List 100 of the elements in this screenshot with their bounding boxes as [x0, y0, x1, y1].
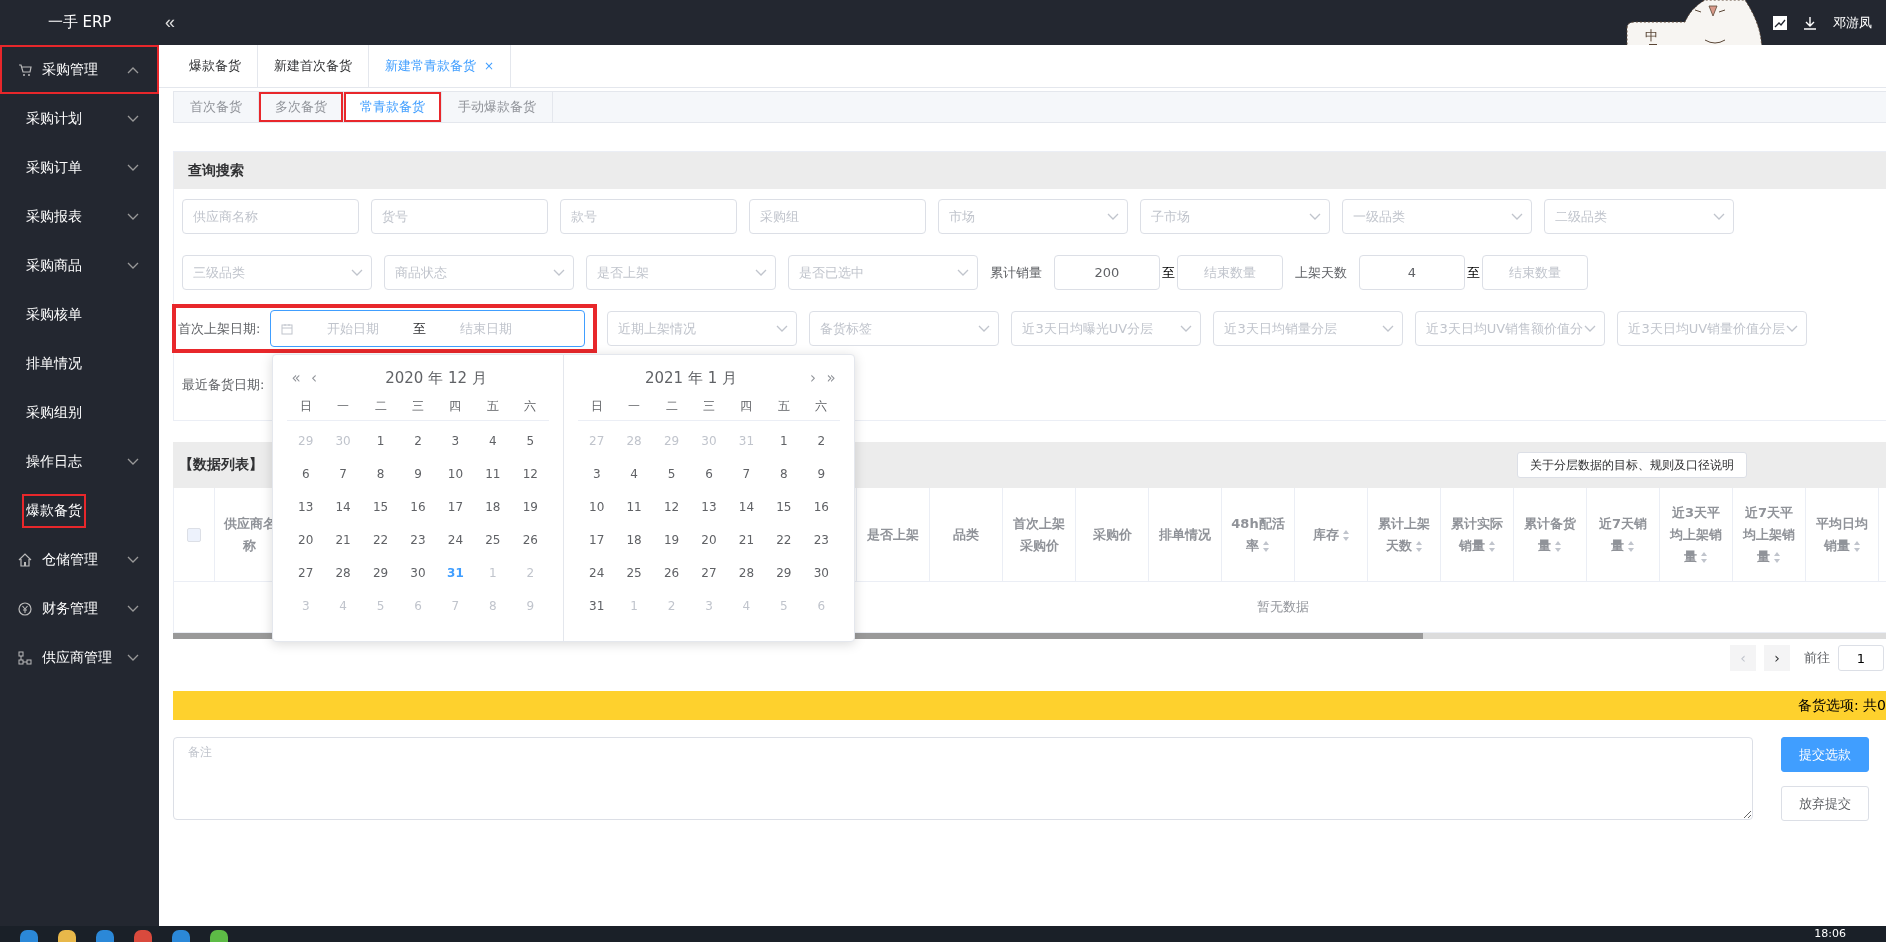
calendar-day[interactable]: 24: [436, 524, 475, 557]
calendar-day[interactable]: 11: [615, 491, 653, 524]
calendar-day[interactable]: 1: [765, 425, 803, 458]
month-nav-button[interactable]: «: [287, 369, 305, 387]
sidebar-item[interactable]: 采购商品: [0, 241, 159, 290]
app-icon[interactable]: [172, 930, 190, 942]
calendar-day[interactable]: 7: [324, 458, 362, 491]
calendar-day[interactable]: 23: [802, 524, 840, 557]
sidebar-item[interactable]: 财务管理: [0, 584, 159, 633]
column-header[interactable]: 近7天平均上架销量: [1733, 488, 1806, 581]
column-header[interactable]: 累计备货量: [1514, 488, 1587, 581]
column-header[interactable]: 是否上架: [857, 488, 930, 581]
calendar-day[interactable]: 13: [690, 491, 728, 524]
sort-icon[interactable]: [1627, 539, 1635, 553]
calendar-day[interactable]: 19: [511, 491, 549, 524]
sidebar-item[interactable]: 排单情况: [0, 339, 159, 388]
calendar-day[interactable]: 16: [802, 491, 840, 524]
month-nav-button[interactable]: ›: [804, 369, 822, 387]
app-icon[interactable]: [96, 930, 114, 942]
sidebar-item[interactable]: 采购管理: [0, 45, 159, 94]
calendar-day[interactable]: 25: [474, 524, 512, 557]
remark-field[interactable]: 备注: [173, 737, 1753, 820]
month-nav-button[interactable]: »: [822, 369, 840, 387]
calendar-day[interactable]: 10: [578, 491, 616, 524]
calendar-day[interactable]: 20: [690, 524, 728, 557]
number-input[interactable]: 结束数量: [1177, 255, 1283, 290]
app-icon[interactable]: [134, 930, 152, 942]
calendar-day[interactable]: 5: [511, 425, 549, 458]
sort-icon[interactable]: [1700, 550, 1708, 564]
calendar-day[interactable]: 26: [652, 557, 691, 590]
calendar-day[interactable]: 4: [615, 458, 653, 491]
column-header[interactable]: 累计实际销量: [1441, 488, 1514, 581]
sort-icon[interactable]: [1262, 539, 1270, 553]
page-input[interactable]: 1: [1838, 645, 1884, 671]
calendar-day[interactable]: 21: [727, 524, 766, 557]
select-all-checkbox[interactable]: [187, 527, 201, 542]
calendar-day[interactable]: 29: [765, 557, 803, 590]
calendar-day[interactable]: 14: [324, 491, 362, 524]
sidebar-item[interactable]: 采购组别: [0, 388, 159, 437]
calendar-day[interactable]: 5: [652, 458, 691, 491]
calendar-day[interactable]: 15: [765, 491, 803, 524]
sort-icon[interactable]: [1487, 539, 1496, 553]
calendar-day[interactable]: 28: [727, 557, 766, 590]
calendar-day[interactable]: 8: [361, 458, 400, 491]
calendar-day[interactable]: 22: [361, 524, 400, 557]
sidebar-item[interactable]: 仓储管理: [0, 535, 159, 584]
collapse-button[interactable]: «: [159, 12, 181, 33]
app-icon[interactable]: [210, 930, 228, 942]
calendar-day[interactable]: 2: [802, 425, 840, 458]
calendar-day[interactable]: 3: [578, 458, 616, 491]
number-input[interactable]: 结束数量: [1482, 255, 1588, 290]
sidebar-item[interactable]: 采购计划: [0, 94, 159, 143]
user-name[interactable]: 邓游凤: [1833, 13, 1872, 32]
calendar-day[interactable]: 9: [399, 458, 437, 491]
calendar-day[interactable]: 2: [399, 425, 437, 458]
calendar-day[interactable]: 31: [578, 590, 616, 623]
calendar-day[interactable]: 24: [578, 557, 616, 590]
calendar-day[interactable]: 14: [727, 491, 766, 524]
calendar-day[interactable]: 30: [802, 557, 840, 590]
calendar-day[interactable]: 11: [474, 458, 512, 491]
text-input[interactable]: 款号: [560, 199, 737, 234]
calendar-day[interactable]: 7: [727, 458, 766, 491]
calendar-day[interactable]: 18: [615, 524, 653, 557]
calendar-day[interactable]: 29: [361, 557, 400, 590]
column-header[interactable]: 平均日均销量: [1806, 488, 1879, 581]
text-input[interactable]: 货号: [371, 199, 548, 234]
calendar-day[interactable]: 8: [765, 458, 803, 491]
sidebar-item[interactable]: 采购报表: [0, 192, 159, 241]
sort-icon[interactable]: [1852, 539, 1861, 553]
calendar-day[interactable]: 30: [399, 557, 437, 590]
app-icon[interactable]: [20, 930, 38, 942]
calendar-day[interactable]: 18: [474, 491, 512, 524]
column-header[interactable]: 首次上架采购价: [1003, 488, 1076, 581]
calendar-day[interactable]: 21: [324, 524, 362, 557]
calendar-day[interactable]: 17: [578, 524, 616, 557]
column-header[interactable]: 累计上架天数: [1368, 488, 1441, 581]
calendar-day[interactable]: 6: [287, 458, 325, 491]
calendar-day[interactable]: 6: [690, 458, 728, 491]
column-header[interactable]: 采购价: [1076, 488, 1149, 581]
sidebar-item[interactable]: 采购订单: [0, 143, 159, 192]
number-input[interactable]: 4: [1359, 255, 1465, 290]
chart-icon[interactable]: [1773, 15, 1787, 30]
calendar-day[interactable]: 1: [361, 425, 400, 458]
calendar-day[interactable]: 3: [436, 425, 475, 458]
calendar-day[interactable]: 19: [652, 524, 691, 557]
calendar-day[interactable]: 16: [399, 491, 437, 524]
calendar-day[interactable]: 26: [511, 524, 549, 557]
sidebar-item[interactable]: 供应商管理: [0, 633, 159, 682]
sort-icon[interactable]: [1414, 539, 1423, 553]
folder-icon[interactable]: [58, 930, 76, 942]
download-icon[interactable]: [1803, 15, 1817, 30]
sort-icon[interactable]: [1341, 528, 1350, 542]
calendar-day[interactable]: 23: [399, 524, 437, 557]
help-button[interactable]: 关于分层数据的目标、规则及口径说明: [1517, 452, 1747, 478]
calendar-day[interactable]: 4: [474, 425, 512, 458]
sidebar-item[interactable]: 爆款备货: [0, 486, 159, 535]
sort-icon[interactable]: [1773, 550, 1781, 564]
month-nav-button[interactable]: ‹: [305, 369, 323, 387]
date-range-field[interactable]: 开始日期 至 结束日期: [270, 310, 586, 347]
text-input[interactable]: 采购组: [749, 199, 926, 234]
